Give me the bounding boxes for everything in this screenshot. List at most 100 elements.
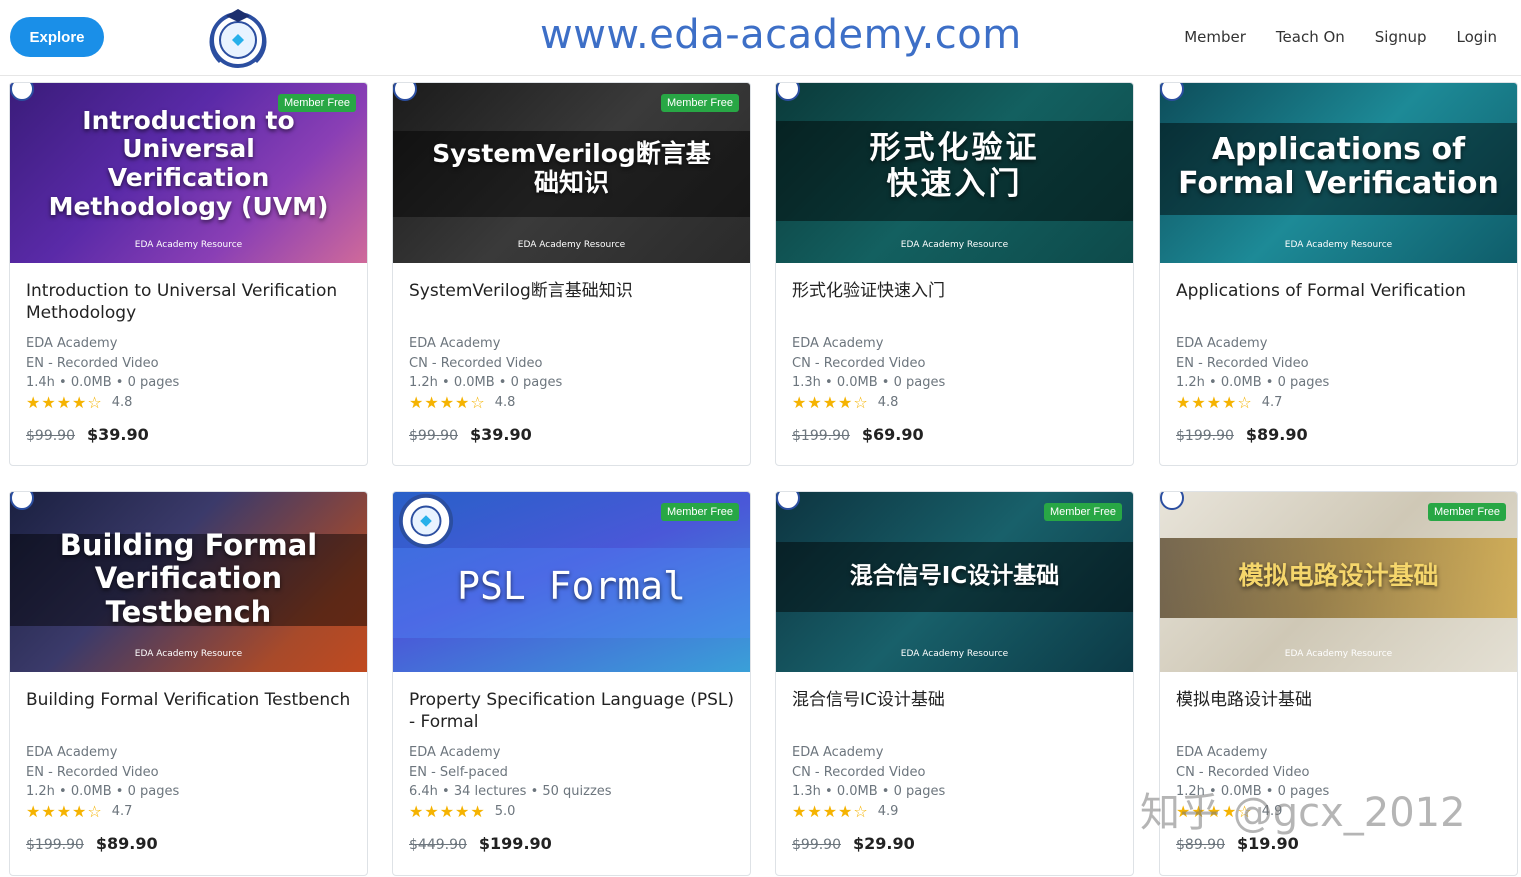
course-card[interactable]: Building Formal Verification Testbench E… [9,491,368,876]
original-price: $89.90 [1176,836,1225,853]
course-rating: ★★★★☆ 4.8 [26,393,351,412]
course-card[interactable]: Member Free SystemVerilog断言基础知识 EDA Acad… [392,82,751,466]
member-free-badge: Member Free [1427,503,1506,521]
explore-button[interactable]: Explore [10,17,104,57]
course-thumbnail[interactable]: 形式化验证快速入门 EDA Academy Resource [776,83,1133,263]
thumbnail-title: 形式化验证快速入门 [869,130,1040,202]
original-price: $99.90 [792,836,841,853]
rating-value: 4.7 [111,803,133,819]
star-rating-icon: ★★★★☆ [26,801,103,821]
course-stats: 6.4h • 34 lectures • 50 quizzes [409,784,612,799]
sale-price: $89.90 [1245,424,1308,444]
thumbnail-subtitle: EDA Academy Resource [900,240,1009,251]
thumbnail-subtitle: EDA Academy Resource [900,649,1009,660]
course-card[interactable]: Member Free Introduction to Universal Ve… [9,82,368,466]
rating-value: 4.8 [877,394,899,410]
course-provider: EDA Academy [26,336,118,351]
member-free-badge: Member Free [277,94,356,112]
star-rating-icon: ★★★★☆ [409,392,486,412]
course-stats: 1.4h • 0.0MB • 0 pages [26,375,180,390]
course-title[interactable]: 模拟电路设计基础 [1176,689,1501,743]
course-card[interactable]: Member Free PSL Formal Property Specific… [392,491,751,876]
course-stats: 1.3h • 0.0MB • 0 pages [792,784,946,799]
thumbnail-title: Building Formal Verification Testbench [59,527,318,629]
course-stats: 1.2h • 0.0MB • 0 pages [409,375,563,390]
star-rating-icon: ★★★★☆ [792,392,869,412]
original-price: $199.90 [792,427,850,444]
course-provider: EDA Academy [409,336,501,351]
course-title[interactable]: 形式化验证快速入门 [792,280,1117,334]
sale-price: $29.90 [853,833,915,853]
thumbnail-subtitle: EDA Academy Resource [1284,649,1393,660]
thumbnail-title: PSL Formal [457,564,686,609]
course-thumbnail[interactable]: Member Free 混合信号IC设计基础 EDA Academy Resou… [776,492,1133,672]
course-thumbnail[interactable]: Applications of Formal Verification EDA … [1160,83,1517,263]
sale-price: $69.90 [861,424,924,444]
thumbnail-title: SystemVerilog断言基础知识 [432,139,711,197]
course-stats: 1.2h • 0.0MB • 0 pages [1176,375,1330,390]
course-card[interactable]: Applications of Formal Verification EDA … [1159,82,1518,466]
sale-price: $199.90 [478,833,552,853]
course-rating: ★★★★☆ 4.9 [1176,802,1501,821]
nav-signup[interactable]: Signup [1375,28,1427,46]
sale-price: $19.90 [1237,833,1299,853]
member-free-badge: Member Free [660,503,739,521]
rating-value: 4.8 [111,394,133,410]
course-title[interactable]: Applications of Formal Verification [1176,280,1501,334]
course-title[interactable]: Property Specification Language (PSL) - … [409,689,734,743]
course-title[interactable]: SystemVerilog断言基础知识 [409,280,734,334]
course-rating: ★★★★☆ 4.8 [792,393,1117,412]
seal-icon [1160,492,1184,510]
thumbnail-title: Applications of Formal Verification [1178,131,1499,201]
site-url-banner: www.eda-academy.com [540,12,1022,58]
star-rating-icon: ★★★★★ [409,801,486,821]
course-language-type: CN - Recorded Video [792,355,926,371]
star-rating-icon: ★★★★☆ [1176,392,1253,412]
thumbnail-title: 混合信号IC设计基础 [849,562,1060,589]
academy-logo-icon[interactable] [200,4,276,72]
course-language-type: EN - Recorded Video [1176,355,1309,371]
course-thumbnail[interactable]: Building Formal Verification Testbench E… [10,492,367,672]
course-card[interactable]: 形式化验证快速入门 EDA Academy Resource 形式化验证快速入门… [775,82,1134,466]
original-price: $99.90 [26,427,75,444]
original-price: $199.90 [26,836,84,853]
course-provider: EDA Academy [409,745,501,760]
course-stats: 1.2h • 0.0MB • 0 pages [1176,784,1330,799]
course-thumbnail[interactable]: Member Free 模拟电路设计基础 EDA Academy Resourc… [1160,492,1517,672]
course-stats: 1.2h • 0.0MB • 0 pages [26,784,180,799]
rating-value: 4.8 [494,394,516,410]
thumbnail-title: 模拟电路设计基础 [1238,560,1439,590]
seal-icon [10,492,34,510]
thumbnail-subtitle: EDA Academy Resource [1284,240,1393,251]
course-card[interactable]: Member Free 模拟电路设计基础 EDA Academy Resourc… [1159,491,1518,876]
course-title[interactable]: Building Formal Verification Testbench [26,689,351,743]
thumbnail-subtitle: EDA Academy Resource [134,240,243,251]
course-language-type: EN - Recorded Video [26,764,159,780]
seal-icon [1160,83,1184,101]
nav-teach-on[interactable]: Teach On [1276,28,1345,46]
member-free-badge: Member Free [1043,503,1122,521]
nav-login[interactable]: Login [1457,28,1497,46]
course-rating: ★★★★★ 5.0 [409,802,734,821]
course-provider: EDA Academy [792,336,884,351]
course-title[interactable]: Introduction to Universal Verification M… [26,280,351,334]
course-rating: ★★★★☆ 4.9 [792,802,1117,821]
course-rating: ★★★★☆ 4.7 [26,802,351,821]
rating-value: 5.0 [494,803,516,819]
star-rating-icon: ★★★★☆ [1176,801,1253,821]
course-thumbnail[interactable]: Member Free PSL Formal [393,492,750,672]
course-provider: EDA Academy [1176,336,1268,351]
member-free-badge: Member Free [660,94,739,112]
rating-value: 4.9 [877,803,899,819]
seal-icon [776,83,800,101]
original-price: $449.90 [409,836,467,853]
course-title[interactable]: 混合信号IC设计基础 [792,689,1117,743]
nav-member[interactable]: Member [1184,28,1246,46]
course-thumbnail[interactable]: Member Free SystemVerilog断言基础知识 EDA Acad… [393,83,750,263]
course-thumbnail[interactable]: Member Free Introduction to Universal Ve… [10,83,367,263]
seal-icon [393,83,417,101]
course-card[interactable]: Member Free 混合信号IC设计基础 EDA Academy Resou… [775,491,1134,876]
star-rating-icon: ★★★★☆ [26,392,103,412]
sale-price: $39.90 [87,424,149,444]
course-language-type: EN - Self-paced [409,764,508,780]
